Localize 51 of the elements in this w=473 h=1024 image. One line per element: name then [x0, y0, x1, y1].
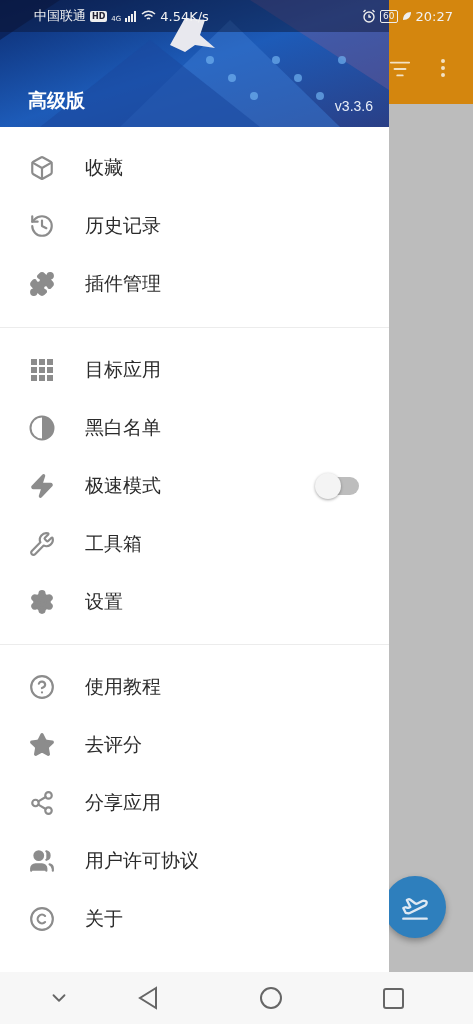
menu-label: 插件管理	[85, 271, 162, 296]
menu-item[interactable]: 目标应用	[0, 341, 389, 399]
recents-icon[interactable]	[383, 987, 404, 1009]
menu-item[interactable]: 分享应用	[0, 774, 389, 832]
lightning-icon	[29, 473, 55, 499]
version-label: v3.3.6	[334, 98, 373, 114]
grid-icon	[31, 359, 53, 381]
back-icon[interactable]	[137, 986, 159, 1010]
help-icon	[29, 674, 55, 700]
menu-label: 关于	[85, 906, 124, 931]
home-icon[interactable]	[258, 986, 283, 1010]
menu-item[interactable]: 插件管理	[0, 255, 389, 313]
clock-time: 20:27	[415, 8, 453, 24]
fab-button[interactable]	[389, 876, 446, 938]
menu-item[interactable]: 收藏	[0, 139, 389, 197]
menu-label: 分享应用	[85, 790, 162, 815]
hd-badge: HD	[90, 10, 108, 22]
copyright-icon	[29, 906, 55, 932]
share-icon	[29, 790, 55, 816]
menu-label: 使用教程	[85, 674, 162, 699]
alarm-icon	[362, 9, 377, 23]
menu-label: 设置	[85, 589, 124, 614]
star-icon	[29, 732, 55, 758]
menu-label: 去评分	[85, 732, 143, 757]
people-icon	[29, 848, 55, 874]
menu-item[interactable]: 用户许可协议	[0, 832, 389, 890]
menu-item[interactable]: 工具箱	[0, 515, 389, 573]
menu-label: 极速模式	[85, 473, 162, 498]
menu-label: 工具箱	[85, 531, 143, 556]
menu-item[interactable]: 黑白名单	[0, 399, 389, 457]
menu-label: 历史记录	[85, 213, 162, 238]
tools-icon	[29, 531, 55, 557]
history-icon	[29, 213, 55, 239]
menu-label: 收藏	[85, 155, 124, 180]
drawer-title: 高级版	[28, 88, 85, 113]
contrast-icon	[29, 415, 55, 441]
signal-icon	[125, 10, 138, 22]
menu-item[interactable]: 历史记录	[0, 197, 389, 255]
carrier-label: 中国联通	[34, 7, 86, 25]
menu-label: 目标应用	[85, 357, 162, 382]
cube-icon	[29, 155, 55, 181]
wifi-icon	[141, 10, 157, 22]
puzzle-icon	[29, 271, 55, 297]
menu-item[interactable]: 关于	[0, 890, 389, 948]
menu-label: 用户许可协议	[85, 848, 200, 873]
menu-label: 黑白名单	[85, 415, 162, 440]
menu-item[interactable]: 极速模式	[0, 457, 389, 515]
leaf-icon	[401, 11, 412, 21]
menu-item[interactable]: 去评分	[0, 716, 389, 774]
menu-item[interactable]: 设置	[0, 573, 389, 631]
menu-item[interactable]: 使用教程	[0, 658, 389, 716]
